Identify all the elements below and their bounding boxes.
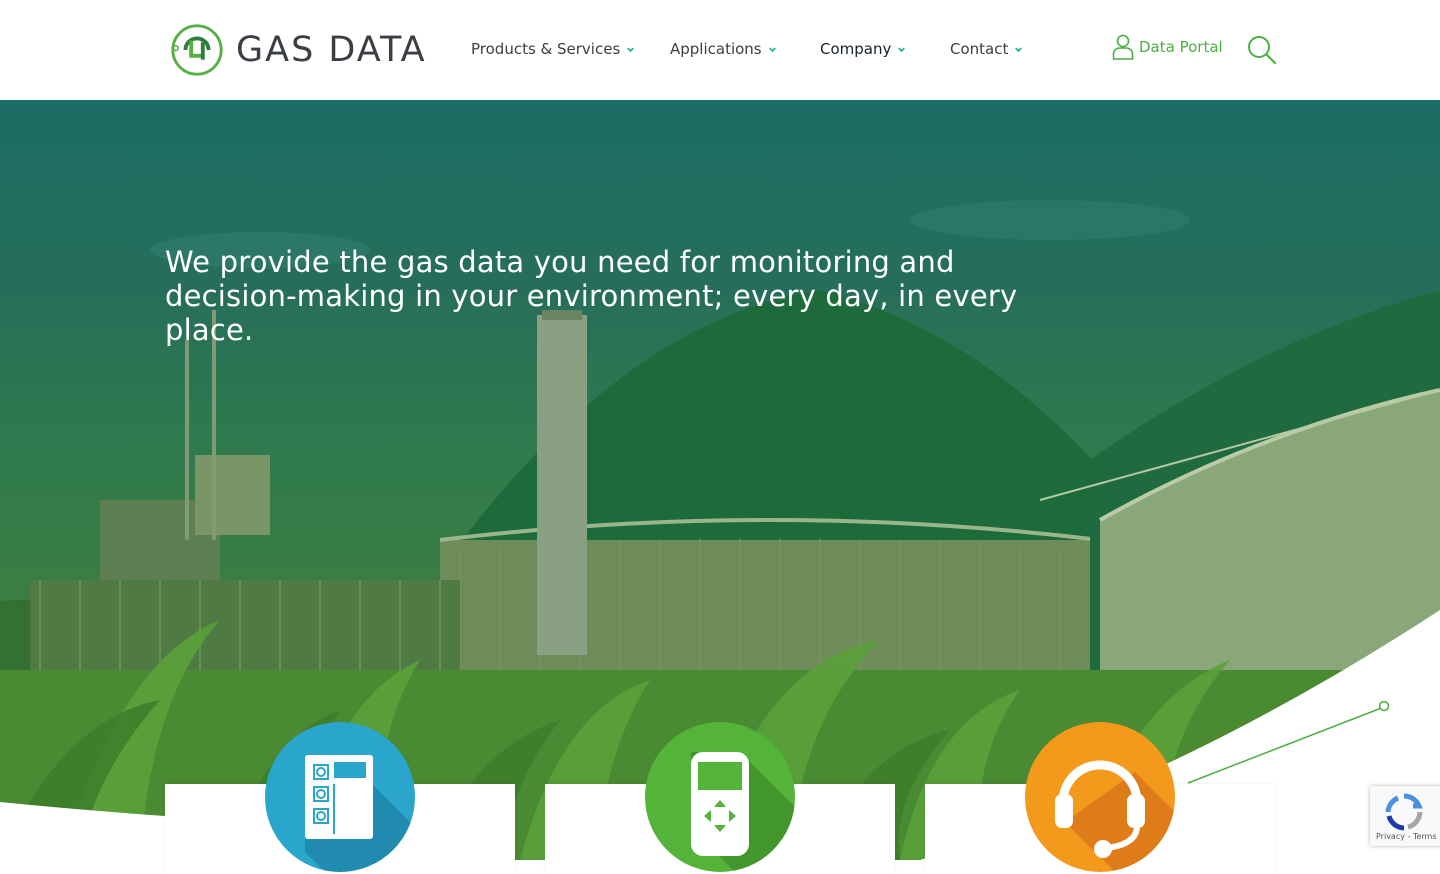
recaptcha-icon xyxy=(1385,793,1423,831)
device-panel-icon[interactable] xyxy=(265,722,415,872)
nav-applications[interactable]: Applications xyxy=(670,40,820,58)
chevron-down-icon xyxy=(768,46,776,52)
handheld-analyser-icon[interactable] xyxy=(645,722,795,872)
hero-title: We provide the gas data you need for mon… xyxy=(165,245,1018,347)
nav-products-services[interactable]: Products & Services xyxy=(471,40,670,58)
data-portal-label: Data Portal xyxy=(1139,38,1223,56)
nav-label: Contact xyxy=(950,40,1009,58)
nav-label: Company xyxy=(820,40,892,58)
nav-company[interactable]: Company xyxy=(820,40,950,58)
recaptcha-badge[interactable]: Privacy - Terms xyxy=(1370,786,1440,846)
user-icon xyxy=(1112,34,1134,60)
chevron-down-icon xyxy=(1015,46,1023,52)
nav-label: Applications xyxy=(670,40,762,58)
chevron-down-icon xyxy=(898,46,906,52)
nav-label: Products & Services xyxy=(471,40,621,58)
logo-text: GAS DATA xyxy=(236,30,427,70)
search-icon[interactable] xyxy=(1247,35,1277,65)
recaptcha-links[interactable]: Privacy - Terms xyxy=(1376,832,1437,841)
support-headset-icon[interactable] xyxy=(1025,722,1175,872)
chevron-down-icon xyxy=(627,46,635,52)
nav-contact[interactable]: Contact xyxy=(950,40,1050,58)
site-header: GAS DATA Products & Services Application… xyxy=(0,0,1440,100)
gas-data-logo-icon xyxy=(171,24,223,76)
logo[interactable]: GAS DATA xyxy=(168,22,427,78)
main-nav: Products & Services Applications Company… xyxy=(471,40,1050,58)
data-portal-link[interactable]: Data Portal xyxy=(1112,34,1223,60)
